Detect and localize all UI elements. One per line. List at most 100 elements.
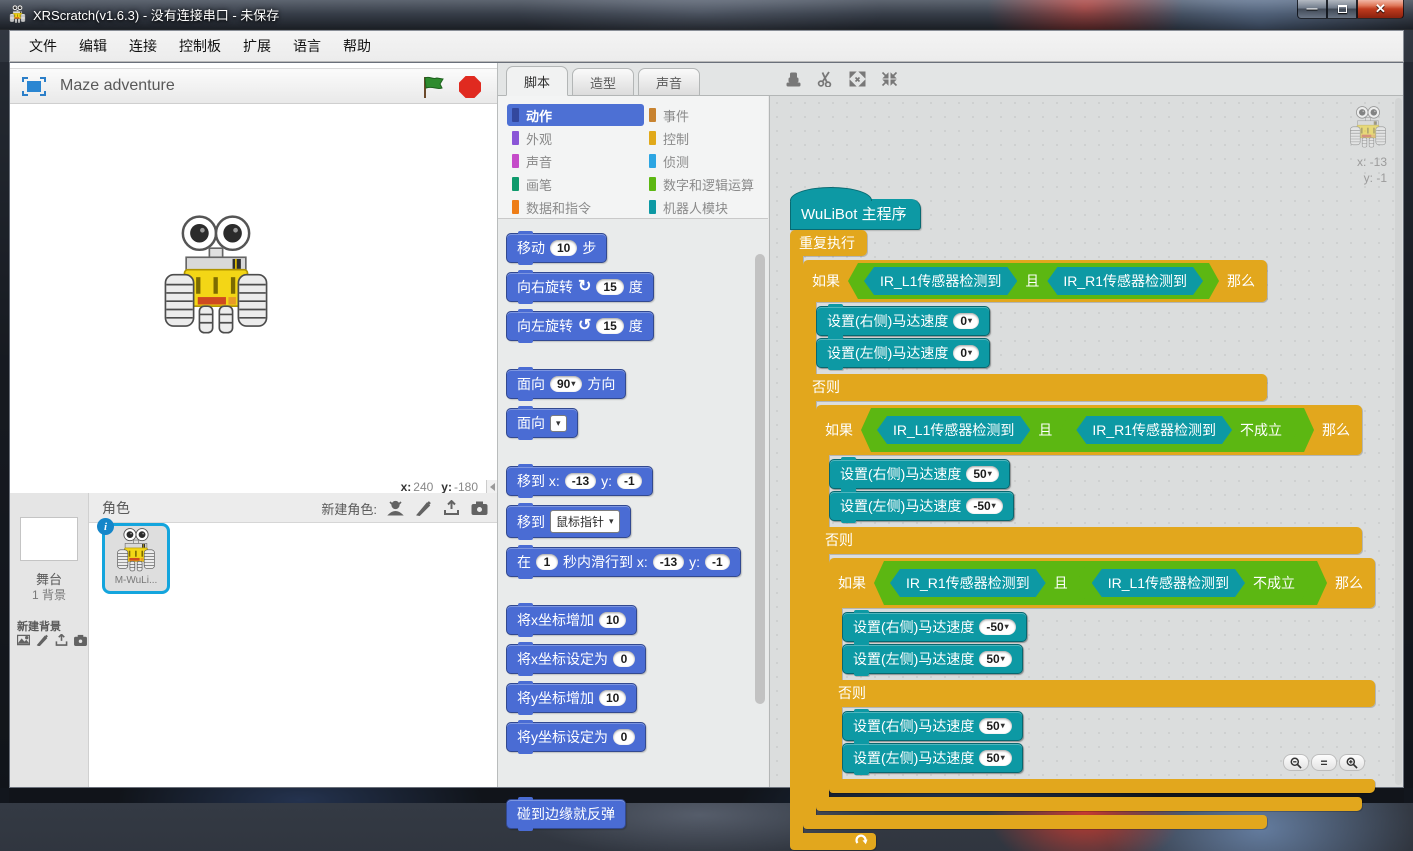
number-input[interactable]: -1: [617, 473, 642, 489]
palette-block-change-y-by[interactable]: 将y坐标增加10: [506, 683, 637, 713]
minimize-button[interactable]: —: [1297, 0, 1327, 19]
hat-block[interactable]: WuLiBot 主程序: [790, 199, 921, 230]
menu-language[interactable]: 语言: [282, 31, 332, 61]
dropdown-select[interactable]: ▾: [550, 415, 567, 432]
fullscreen-icon[interactable]: [22, 77, 46, 96]
stage-backdrop-thumbnail[interactable]: [20, 517, 78, 561]
not-operator[interactable]: IR_L1传感器检测到不成立: [1076, 565, 1311, 601]
palette-block-point-towards[interactable]: 面向▾: [506, 408, 578, 438]
number-dropdown[interactable]: 90▾: [550, 376, 582, 392]
number-input[interactable]: 10: [599, 690, 626, 706]
and-operator[interactable]: IR_L1传感器检测到且IR_R1传感器检测到不成立: [861, 408, 1314, 452]
menu-connect[interactable]: 连接: [118, 31, 168, 61]
camera-sprite-icon[interactable]: [470, 499, 489, 517]
speed-dropdown[interactable]: 50▾: [979, 651, 1011, 667]
category-looks[interactable]: 外观: [507, 127, 644, 149]
category-pen[interactable]: 画笔: [507, 173, 644, 195]
category-sensing[interactable]: 侦测: [644, 150, 764, 172]
robot-sprite[interactable]: [162, 215, 270, 341]
tab-sounds[interactable]: 声音: [638, 68, 700, 96]
dropdown-select[interactable]: 鼠标指针▾: [550, 510, 620, 533]
number-input[interactable]: -13: [565, 473, 596, 489]
palette-block-go-to-target[interactable]: 移到鼠标指针▾: [506, 505, 631, 538]
category-events[interactable]: 事件: [644, 104, 764, 126]
upload-sprite-icon[interactable]: [442, 499, 461, 517]
new-sprite-library-icon[interactable]: [386, 499, 405, 517]
palette-scrollbar-thumb[interactable]: [755, 254, 765, 704]
palette-block-point-in-direction[interactable]: 面向90▾方向: [506, 369, 626, 399]
category-operators[interactable]: 数字和逻辑运算: [644, 173, 764, 195]
number-input[interactable]: -13: [653, 554, 684, 570]
paint-new-sprite-icon[interactable]: [414, 499, 433, 517]
category-data-blocks[interactable]: 数据和指令: [507, 196, 644, 218]
green-flag-button[interactable]: [421, 75, 445, 99]
speed-dropdown[interactable]: -50▾: [979, 619, 1015, 635]
palette-block-set-y-to[interactable]: 将y坐标设定为0: [506, 722, 646, 752]
number-input[interactable]: 1: [536, 554, 558, 570]
set-motor-speed-block[interactable]: 设置(左侧)马达速度50▾: [842, 743, 1023, 773]
stop-button[interactable]: [459, 76, 481, 98]
zoom-reset-button[interactable]: =: [1311, 754, 1337, 771]
and-operator[interactable]: IR_L1传感器检测到且IR_R1传感器检测到: [848, 263, 1219, 299]
palette-block-change-x-by[interactable]: 将x坐标增加10: [506, 605, 637, 635]
collapse-stage-button[interactable]: [486, 480, 497, 493]
menu-extensions[interactable]: 扩展: [232, 31, 282, 61]
zoom-in-button[interactable]: [1339, 754, 1365, 771]
if-else-block[interactable]: 如果IR_L1传感器检测到且IR_R1传感器检测到那么设置(右侧)马达速度0▾设…: [803, 260, 1375, 829]
zoom-out-button[interactable]: [1283, 754, 1309, 771]
sensor-reporter[interactable]: IR_L1传感器检测到: [864, 267, 1017, 295]
speed-dropdown[interactable]: -50▾: [966, 498, 1002, 514]
title-bar[interactable]: XRScratch(v1.6.3) - 没有连接串口 - 未保存: [0, 0, 1413, 30]
palette-block-turn-right[interactable]: 向右旋转↻15度: [506, 272, 654, 302]
and-operator[interactable]: IR_R1传感器检测到且IR_L1传感器检测到不成立: [874, 561, 1327, 605]
palette-block-set-x-to[interactable]: 将x坐标设定为0: [506, 644, 646, 674]
palette-block-move-steps[interactable]: 移动10步: [506, 233, 607, 263]
set-motor-speed-block[interactable]: 设置(左侧)马达速度-50▾: [829, 491, 1014, 521]
camera-backdrop-icon[interactable]: [73, 633, 88, 647]
speed-dropdown[interactable]: 50▾: [979, 718, 1011, 734]
upload-backdrop-icon[interactable]: [54, 633, 69, 647]
category-sound[interactable]: 声音: [507, 150, 644, 172]
palette-block-turn-left[interactable]: 向左旋转↺15度: [506, 311, 654, 341]
number-input[interactable]: 0: [613, 651, 635, 667]
set-motor-speed-block[interactable]: 设置(左侧)马达速度50▾: [842, 644, 1023, 674]
sensor-reporter[interactable]: IR_R1传感器检测到: [1047, 267, 1203, 295]
number-input[interactable]: 15: [596, 279, 623, 295]
sensor-reporter[interactable]: IR_R1传感器检测到: [1076, 416, 1232, 444]
if-else-block[interactable]: 如果IR_L1传感器检测到且IR_R1传感器检测到不成立那么设置(右侧)马达速度…: [816, 405, 1375, 811]
speed-dropdown[interactable]: 0▾: [953, 313, 979, 329]
duplicate-stamp-icon[interactable]: [784, 70, 803, 88]
not-operator[interactable]: IR_R1传感器检测到不成立: [1060, 412, 1298, 448]
script-scrollbar[interactable]: [1395, 98, 1402, 785]
shrink-sprite-icon[interactable]: [880, 70, 899, 88]
stage-selector-column[interactable]: 舞台 1 背景 新建背景: [10, 493, 89, 787]
category-control[interactable]: 控制: [644, 127, 764, 149]
set-motor-speed-block[interactable]: 设置(左侧)马达速度0▾: [816, 338, 990, 368]
palette-block-go-to-xy[interactable]: 移到 x:-13y:-1: [506, 466, 653, 496]
number-input[interactable]: 10: [550, 240, 577, 256]
speed-dropdown[interactable]: 0▾: [953, 345, 979, 361]
set-motor-speed-block[interactable]: 设置(右侧)马达速度-50▾: [842, 612, 1027, 642]
cut-scissors-icon[interactable]: [816, 70, 835, 88]
paint-backdrop-icon[interactable]: [35, 633, 50, 647]
script-canvas[interactable]: x: -13 y: -1 WuLiBot 主程序重复执行如果IR_L1传感器检测…: [769, 96, 1403, 787]
tab-costumes[interactable]: 造型: [572, 68, 634, 96]
number-input[interactable]: 10: [599, 612, 626, 628]
set-motor-speed-block[interactable]: 设置(右侧)马达速度0▾: [816, 306, 990, 336]
close-button[interactable]: ✕: [1357, 0, 1404, 19]
speed-dropdown[interactable]: 50▾: [966, 466, 998, 482]
number-input[interactable]: -1: [705, 554, 730, 570]
sensor-reporter[interactable]: IR_L1传感器检测到: [1092, 569, 1245, 597]
menu-edit[interactable]: 编辑: [68, 31, 118, 61]
backdrop-library-icon[interactable]: [16, 633, 31, 647]
grow-sprite-icon[interactable]: [848, 70, 867, 88]
maximize-button[interactable]: [1327, 0, 1357, 19]
sprite-info-badge[interactable]: i: [97, 518, 114, 535]
menu-help[interactable]: 帮助: [332, 31, 382, 61]
sensor-reporter[interactable]: IR_L1传感器检测到: [877, 416, 1030, 444]
number-input[interactable]: 0: [613, 729, 635, 745]
number-input[interactable]: 15: [596, 318, 623, 334]
menu-file[interactable]: 文件: [18, 31, 68, 61]
speed-dropdown[interactable]: 50▾: [979, 750, 1011, 766]
set-motor-speed-block[interactable]: 设置(右侧)马达速度50▾: [842, 711, 1023, 741]
